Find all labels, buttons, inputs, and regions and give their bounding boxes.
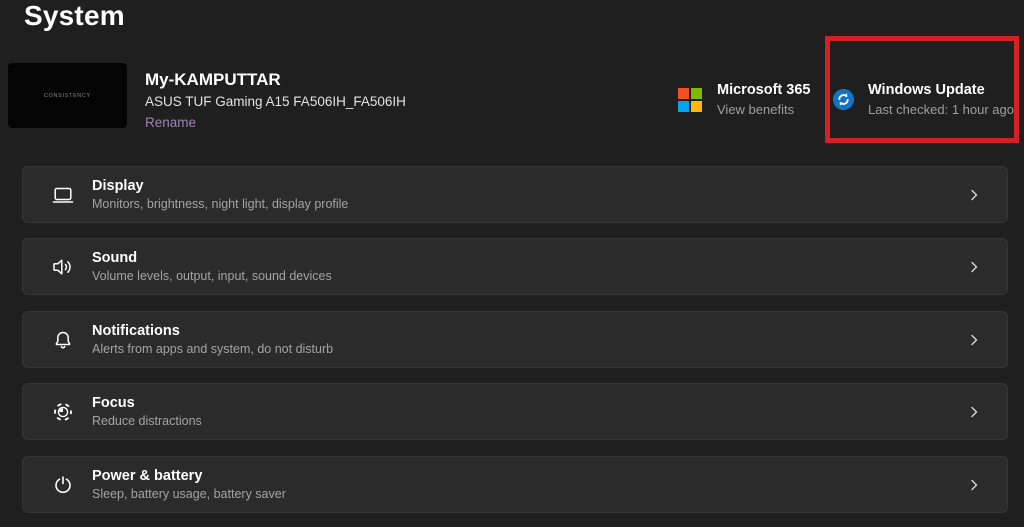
sync-icon: [832, 88, 855, 111]
microsoft-logo-icon: [678, 88, 702, 112]
setting-row-power-battery[interactable]: Power & battery Sleep, battery usage, ba…: [22, 456, 1008, 513]
device-name: My-KAMPUTTAR: [145, 69, 406, 91]
windows-update-title: Windows Update: [868, 80, 1014, 100]
chevron-right-icon: [967, 188, 981, 202]
display-icon: [51, 183, 75, 207]
setting-row-notifications[interactable]: Notifications Alerts from apps and syste…: [22, 311, 1008, 368]
setting-description: Sleep, battery usage, battery saver: [92, 486, 967, 503]
device-info: My-KAMPUTTAR ASUS TUF Gaming A15 FA506IH…: [145, 69, 406, 133]
setting-description: Monitors, brightness, night light, displ…: [92, 196, 967, 213]
page-title: System: [24, 0, 125, 32]
device-model: ASUS TUF Gaming A15 FA506IH_FA506IH: [145, 91, 406, 112]
device-thumbnail: CONSISTENCY: [8, 63, 127, 128]
setting-row-focus[interactable]: Focus Reduce distractions: [22, 383, 1008, 440]
windows-update-status: Last checked: 1 hour ago: [868, 100, 1014, 119]
microsoft-365-quick-link[interactable]: Microsoft 365 View benefits: [678, 80, 810, 119]
microsoft-365-title: Microsoft 365: [717, 80, 810, 100]
setting-label: Power & battery: [92, 467, 967, 486]
setting-label: Display: [92, 177, 967, 196]
chevron-right-icon: [967, 405, 981, 419]
setting-row-sound[interactable]: Sound Volume levels, output, input, soun…: [22, 238, 1008, 295]
device-wallpaper-text: CONSISTENCY: [44, 92, 91, 98]
rename-link[interactable]: Rename: [145, 112, 196, 133]
setting-description: Volume levels, output, input, sound devi…: [92, 268, 967, 285]
sound-icon: [51, 255, 75, 279]
setting-description: Alerts from apps and system, do not dist…: [92, 341, 967, 358]
power-icon: [51, 473, 75, 497]
chevron-right-icon: [967, 260, 981, 274]
windows-update-quick-link[interactable]: Windows Update Last checked: 1 hour ago: [832, 80, 1014, 119]
setting-description: Reduce distractions: [92, 413, 967, 430]
microsoft-365-subtitle: View benefits: [717, 100, 810, 119]
focus-icon: [51, 400, 75, 424]
setting-label: Sound: [92, 249, 967, 268]
setting-label: Notifications: [92, 322, 967, 341]
chevron-right-icon: [967, 478, 981, 492]
setting-label: Focus: [92, 394, 967, 413]
chevron-right-icon: [967, 333, 981, 347]
setting-row-display[interactable]: Display Monitors, brightness, night ligh…: [22, 166, 1008, 223]
notifications-bell-icon: [51, 328, 75, 352]
